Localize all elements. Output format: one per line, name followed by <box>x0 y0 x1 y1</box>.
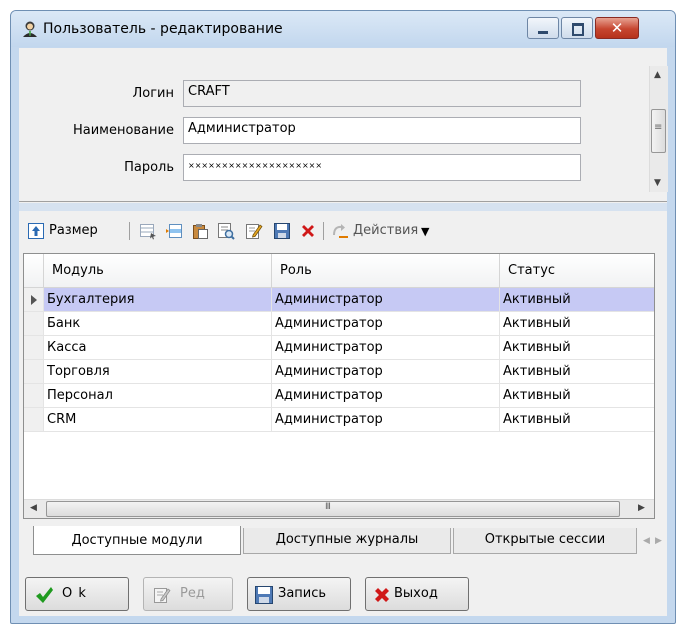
tab-open-sessions[interactable]: Открытые сессии <box>453 528 637 554</box>
save-label: Запись <box>278 586 327 601</box>
delete-icon <box>375 588 389 602</box>
status-cell[interactable]: Активный <box>500 360 654 384</box>
table-row[interactable]: Бухгалтерия Администратор Активный <box>24 288 654 312</box>
exit-button[interactable]: Выход <box>365 577 469 611</box>
panel-splitter[interactable] <box>19 203 667 211</box>
scroll-left-icon[interactable]: ◀ <box>30 503 37 513</box>
scroll-up-icon[interactable]: ▲ <box>654 70 661 80</box>
minimize-button[interactable] <box>527 17 559 39</box>
close-icon: ✕ <box>610 19 624 37</box>
module-cell[interactable]: Банк <box>44 312 272 336</box>
actions-menu[interactable]: Действия <box>353 223 418 238</box>
save-icon[interactable] <box>273 222 291 240</box>
user-icon <box>23 21 37 37</box>
table-row[interactable]: Персонал Администратор Активный <box>24 384 654 408</box>
status-cell[interactable]: Активный <box>500 336 654 360</box>
table-row[interactable]: CRM Администратор Активный <box>24 408 654 432</box>
name-field[interactable]: Администратор <box>183 117 581 144</box>
window-title: Пользователь - редактирование <box>43 21 283 37</box>
name-label: Наименование <box>72 123 174 138</box>
module-cell[interactable]: Касса <box>44 336 272 360</box>
form-vertical-scrollbar[interactable]: ▲ ▼ <box>649 66 668 192</box>
tab-scroll-left-icon[interactable]: ◀ <box>643 536 650 546</box>
password-field[interactable]: ×××××××××××××××××××× <box>183 154 581 181</box>
edit-icon[interactable] <box>245 222 263 240</box>
edit-icon <box>154 588 171 603</box>
row-selector[interactable] <box>24 360 44 384</box>
close-button[interactable]: ✕ <box>595 17 639 39</box>
row-selector[interactable] <box>24 384 44 408</box>
module-cell[interactable]: CRM <box>44 408 272 432</box>
checkmark-icon <box>36 587 53 603</box>
table-row[interactable]: Банк Администратор Активный <box>24 312 654 336</box>
scroll-thumb[interactable] <box>651 109 666 153</box>
column-header-status[interactable]: Статус <box>500 254 654 287</box>
toolbar-separator <box>323 222 324 240</box>
resize-icon[interactable] <box>27 222 45 240</box>
modules-grid: Модуль Роль Статус Бухгалтерия Администр… <box>23 253 655 519</box>
scroll-right-icon[interactable]: ▶ <box>638 503 645 513</box>
login-field[interactable]: CRAFT <box>183 80 581 107</box>
module-cell[interactable]: Бухгалтерия <box>44 288 272 312</box>
add-row-icon[interactable] <box>139 222 157 240</box>
ok-button[interactable]: O k <box>25 577 129 611</box>
user-form-panel: Логин CRAFT Наименование Администратор П… <box>19 48 668 202</box>
edit-label: Ред <box>180 586 205 601</box>
paste-icon[interactable] <box>191 222 209 240</box>
status-cell[interactable]: Активный <box>500 288 654 312</box>
save-button[interactable]: Запись <box>247 577 351 611</box>
role-cell[interactable]: Администратор <box>272 312 500 336</box>
toolbar-separator <box>129 222 130 240</box>
row-header-corner <box>24 254 44 287</box>
save-icon <box>255 586 273 604</box>
maximize-button[interactable] <box>561 17 593 39</box>
role-cell[interactable]: Администратор <box>272 360 500 384</box>
view-details-icon[interactable] <box>217 222 235 240</box>
status-cell[interactable]: Активный <box>500 384 654 408</box>
role-cell[interactable]: Администратор <box>272 336 500 360</box>
module-cell[interactable]: Торговля <box>44 360 272 384</box>
title-bar[interactable]: Пользователь - редактирование ✕ <box>11 11 675 47</box>
scroll-down-icon[interactable]: ▼ <box>654 178 661 188</box>
role-cell[interactable]: Администратор <box>272 288 500 312</box>
table-row[interactable]: Касса Администратор Активный <box>24 336 654 360</box>
window-client: Логин CRAFT Наименование Администратор П… <box>19 48 668 616</box>
scroll-thumb[interactable] <box>46 501 620 517</box>
row-selector[interactable] <box>24 336 44 360</box>
tab-scroll-right-icon[interactable]: ▶ <box>655 536 662 546</box>
edit-button[interactable]: Ред <box>143 577 233 611</box>
column-header-module[interactable]: Модуль <box>44 254 272 287</box>
grid-header: Модуль Роль Статус <box>24 254 654 288</box>
user-edit-window: Пользователь - редактирование ✕ Логин CR… <box>10 10 676 624</box>
tab-available-modules[interactable]: Доступные модули <box>33 526 241 555</box>
delete-icon[interactable] <box>299 222 317 240</box>
role-cell[interactable]: Администратор <box>272 384 500 408</box>
current-row-icon <box>31 295 37 305</box>
login-label: Логин <box>132 86 174 101</box>
password-label: Пароль <box>124 160 174 175</box>
ok-label: O k <box>62 586 87 601</box>
column-header-role[interactable]: Роль <box>272 254 500 287</box>
insert-row-icon[interactable] <box>165 222 183 240</box>
grid-toolbar: Размер Действия ▼ <box>19 214 667 248</box>
tab-strip: Доступные модули Доступные журналы Откры… <box>19 526 667 560</box>
chevron-down-icon[interactable]: ▼ <box>421 225 429 238</box>
size-button[interactable]: Размер <box>49 223 98 238</box>
grid-horizontal-scrollbar[interactable]: ◀ ▶ <box>24 499 654 518</box>
row-selector[interactable] <box>24 288 44 312</box>
status-cell[interactable]: Активный <box>500 312 654 336</box>
row-selector[interactable] <box>24 312 44 336</box>
tab-available-journals[interactable]: Доступные журналы <box>243 528 451 554</box>
table-row[interactable]: Торговля Администратор Активный <box>24 360 654 384</box>
status-cell[interactable]: Активный <box>500 408 654 432</box>
role-cell[interactable]: Администратор <box>272 408 500 432</box>
row-selector[interactable] <box>24 408 44 432</box>
module-cell[interactable]: Персонал <box>44 384 272 408</box>
exit-label: Выход <box>394 586 438 601</box>
actions-icon[interactable] <box>331 222 349 240</box>
